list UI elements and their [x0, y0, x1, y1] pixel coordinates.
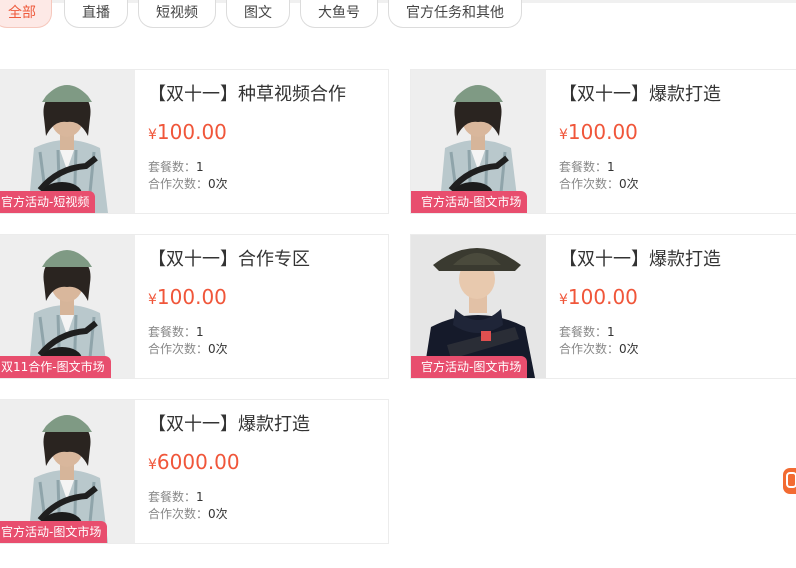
product-price: ¥100.00 — [148, 120, 227, 144]
product-image[interactable]: 官方活动-图文市场 — [0, 400, 135, 543]
cooperation-count: 合作次数：0次 — [148, 177, 228, 191]
package-count: 套餐数：1 — [559, 325, 615, 339]
product-title[interactable]: 【双十一】种草视频合作 — [148, 80, 346, 106]
product-title[interactable]: 【双十一】爆款打造 — [148, 410, 310, 436]
product-image[interactable]: 官方活动-图文市场 — [411, 70, 546, 213]
tab-dayu[interactable]: 大鱼号 — [300, 0, 378, 28]
cooperation-count: 合作次数：0次 — [559, 342, 639, 356]
product-title[interactable]: 【双十一】爆款打造 — [559, 245, 721, 271]
cooperation-count: 合作次数：0次 — [148, 507, 228, 521]
category-tabs: 全部 直播 短视频 图文 大鱼号 官方任务和其他 — [0, 0, 796, 30]
service-icon — [786, 472, 796, 488]
tab-all[interactable]: 全部 — [0, 0, 52, 28]
product-card[interactable]: 官方活动-图文市场 【双十一】爆款打造 ¥6000.00 套餐数：1 合作次数：… — [0, 399, 389, 544]
product-badge: 双11合作-图文市场 — [0, 356, 111, 378]
product-badge: 官方活动-图文市场 — [0, 521, 108, 543]
tab-short-video[interactable]: 短视频 — [138, 0, 216, 28]
product-badge: 官方活动-图文市场 — [411, 191, 528, 213]
product-price: ¥100.00 — [559, 120, 638, 144]
tab-official-tasks[interactable]: 官方任务和其他 — [388, 0, 522, 28]
product-title[interactable]: 【双十一】合作专区 — [148, 245, 310, 271]
package-count: 套餐数：1 — [559, 160, 615, 174]
product-image[interactable]: 官方活动-图文市场 — [411, 235, 546, 378]
cooperation-count: 合作次数：0次 — [148, 342, 228, 356]
product-card[interactable]: 官方活动-图文市场 【双十一】爆款打造 ¥100.00 套餐数：1 合作次数：0… — [410, 69, 796, 214]
cooperation-count: 合作次数：0次 — [559, 177, 639, 191]
product-image[interactable]: 双11合作-图文市场 — [0, 235, 135, 378]
package-count: 套餐数：1 — [148, 490, 204, 504]
product-badge: 官方活动-短视频 — [0, 191, 96, 213]
package-count: 套餐数：1 — [148, 160, 204, 174]
tab-live[interactable]: 直播 — [64, 0, 128, 28]
floating-service-button[interactable] — [783, 468, 796, 494]
product-image[interactable]: 官方活动-短视频 — [0, 70, 135, 213]
product-card[interactable]: 官方活动-短视频 【双十一】种草视频合作 ¥100.00 套餐数：1 合作次数：… — [0, 69, 389, 214]
product-price: ¥6000.00 — [148, 450, 240, 474]
package-count: 套餐数：1 — [148, 325, 204, 339]
product-card[interactable]: 双11合作-图文市场 【双十一】合作专区 ¥100.00 套餐数：1 合作次数：… — [0, 234, 389, 379]
tab-graphic[interactable]: 图文 — [226, 0, 290, 28]
product-card[interactable]: 官方活动-图文市场 【双十一】爆款打造 ¥100.00 套餐数：1 合作次数：0… — [410, 234, 796, 379]
product-price: ¥100.00 — [559, 285, 638, 309]
product-price: ¥100.00 — [148, 285, 227, 309]
product-title[interactable]: 【双十一】爆款打造 — [559, 80, 721, 106]
product-badge: 官方活动-图文市场 — [411, 356, 528, 378]
